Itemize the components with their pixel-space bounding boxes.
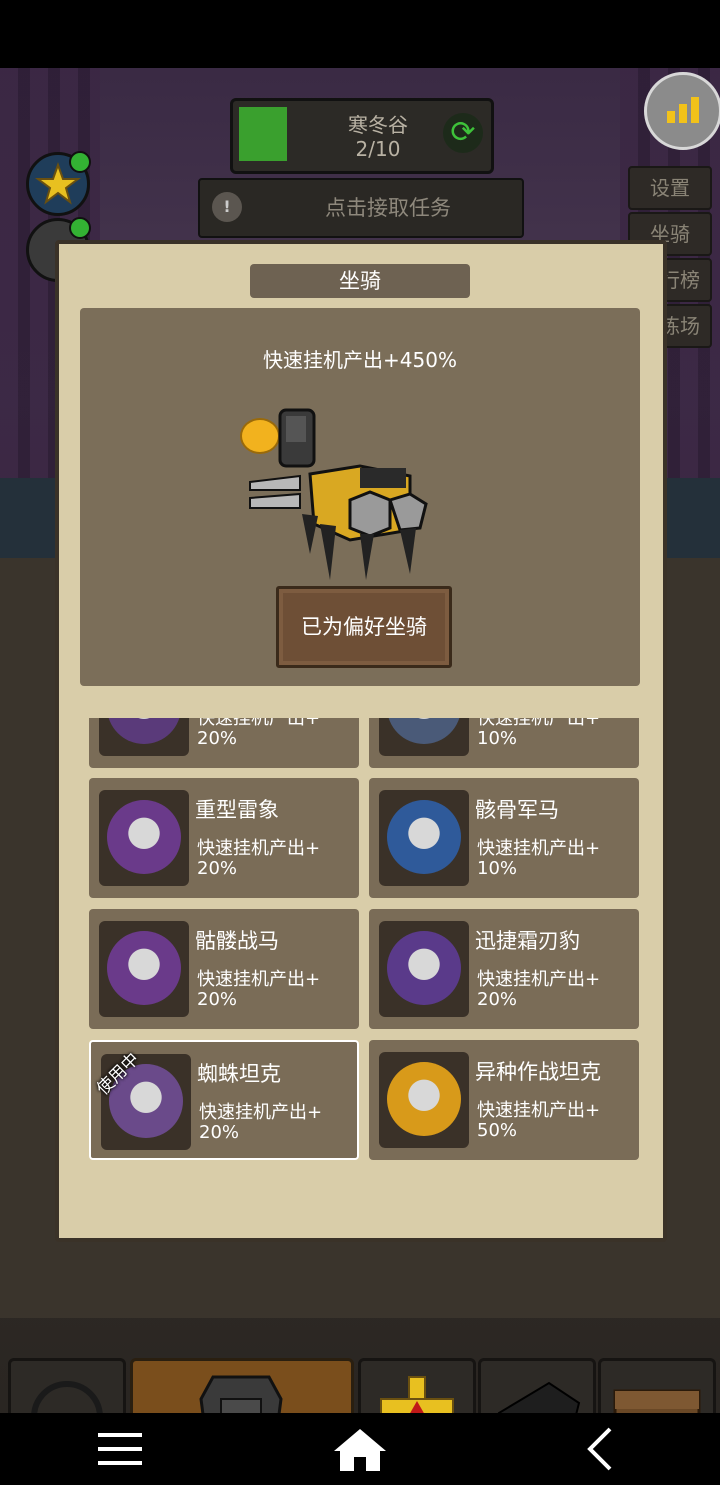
helmet-slot[interactable] [478, 1358, 596, 1413]
mount-card[interactable]: 异种作战坦克 快速挂机产出+ 50% [369, 1040, 639, 1160]
mount-bonus-value: 20% [197, 858, 238, 879]
mount-avatar [107, 718, 181, 744]
mount-bonus-label: 快速挂机产出+ [477, 838, 601, 859]
mount-portrait [99, 718, 189, 756]
mount-bonus-value: 50% [477, 1120, 518, 1141]
mount-portrait [99, 790, 189, 886]
mount-bonus-value: 20% [197, 728, 238, 749]
mount-bonus-value: 20% [477, 989, 518, 1010]
settings-button[interactable]: 设置 [628, 166, 712, 210]
mount-bonus-label: 快速挂机产出+ [477, 1100, 601, 1121]
mount-name: 骸骨军马 [475, 798, 559, 822]
stage-progress-count: 2/10 [355, 137, 401, 161]
mount-bonus-label: 快速挂机产出+ [199, 1102, 323, 1123]
mount-bonus-value: 10% [477, 858, 518, 879]
stage-name: 寒冬谷 [348, 113, 408, 137]
mount-portrait [379, 921, 469, 1017]
notification-dot [69, 217, 91, 239]
mount-card[interactable]: 骷髅战马快速挂机产出+ 20% [89, 909, 359, 1029]
stage-progress-box[interactable]: 寒冬谷 2/10 ⟳ [230, 98, 494, 174]
mount-avatar [387, 800, 461, 874]
mount-card[interactable]: 蜘蛛坦克 快速挂机产出+ 20% 使用中 [89, 1040, 359, 1160]
chest-slot[interactable] [598, 1358, 716, 1413]
mount-preview: 快速挂机产出+450% 已为偏好坐骑 [80, 308, 640, 686]
refresh-icon[interactable]: ⟳ [443, 113, 483, 153]
spider-tank-image [249, 408, 428, 580]
panel-title: 坐骑 [250, 264, 470, 298]
mount-avatar [387, 718, 461, 744]
amulet-slot[interactable] [358, 1358, 476, 1413]
mount-card[interactable]: 重型雷象快速挂机产出+ 20% [89, 778, 359, 898]
equipment-bar [0, 1358, 720, 1413]
preview-bonus-text: 快速挂机产出+450% [263, 348, 457, 372]
mount-bonus-value: 10% [477, 728, 518, 749]
mount-name: 蜘蛛坦克 [197, 1062, 281, 1086]
mount-grid: 快速挂机产出+ 20% 快速挂机产出+ 10% 重型雷象 快速挂机产出+ 20% 骸骨军马 快速… [59, 718, 663, 1208]
mount-bonus-label: 快速挂机产出+ [197, 969, 321, 990]
system-nav-bar [0, 1413, 720, 1485]
notification-dot [69, 151, 91, 173]
mount-avatar [387, 931, 461, 1005]
preferred-mount-button[interactable]: 已为偏好坐骑 [276, 586, 452, 668]
star-icon[interactable] [26, 151, 91, 216]
mount-bonus-label: 快速挂机产出+ [477, 969, 601, 990]
mount-bonus-value: 20% [199, 1122, 240, 1143]
mount-portrait [379, 1052, 469, 1148]
ring-slot[interactable] [8, 1358, 126, 1413]
armor-slot[interactable] [130, 1358, 354, 1413]
mount-name: 异种作战坦克 [475, 1060, 601, 1084]
stats-button[interactable] [644, 72, 720, 150]
mount-bonus-label: 快速挂机产出+ [197, 838, 321, 859]
mount-panel: 坐骑 快速挂机产出+450% 已为偏好坐骑 快速挂机产出+ 20% 快速挂机产出+ 1… [55, 240, 667, 1242]
mount-portrait [379, 790, 469, 886]
mount-avatar [387, 1062, 461, 1136]
quest-label: 点击接取任务 [325, 196, 451, 220]
mount-name: 重型雷象 [195, 798, 279, 822]
mount-card[interactable]: 迅捷霜刃豹快速挂机产出+ 20% [369, 909, 639, 1029]
back-icon[interactable] [570, 1425, 630, 1473]
menu-icon[interactable] [90, 1425, 150, 1473]
mount-portrait [379, 718, 469, 756]
mount-card[interactable]: 快速挂机产出+ 20% [89, 718, 359, 768]
mount-name: 骷髅战马 [195, 929, 279, 953]
mount-portrait [99, 921, 189, 1017]
exclamation-icon: ! [212, 192, 242, 222]
quest-button[interactable]: ! 点击接取任务 [198, 178, 524, 238]
mount-avatar [107, 931, 181, 1005]
mount-name: 迅捷霜刃豹 [475, 929, 580, 953]
mount-card[interactable]: 快速挂机产出+ 10% [369, 718, 639, 768]
stage-progress-bar [239, 107, 287, 161]
mount-card[interactable]: 骸骨军马快速挂机产出+ 10% [369, 778, 639, 898]
home-icon[interactable] [330, 1425, 390, 1473]
mount-avatar [107, 800, 181, 874]
mount-bonus-value: 20% [197, 989, 238, 1010]
bar-chart-icon [667, 97, 701, 123]
